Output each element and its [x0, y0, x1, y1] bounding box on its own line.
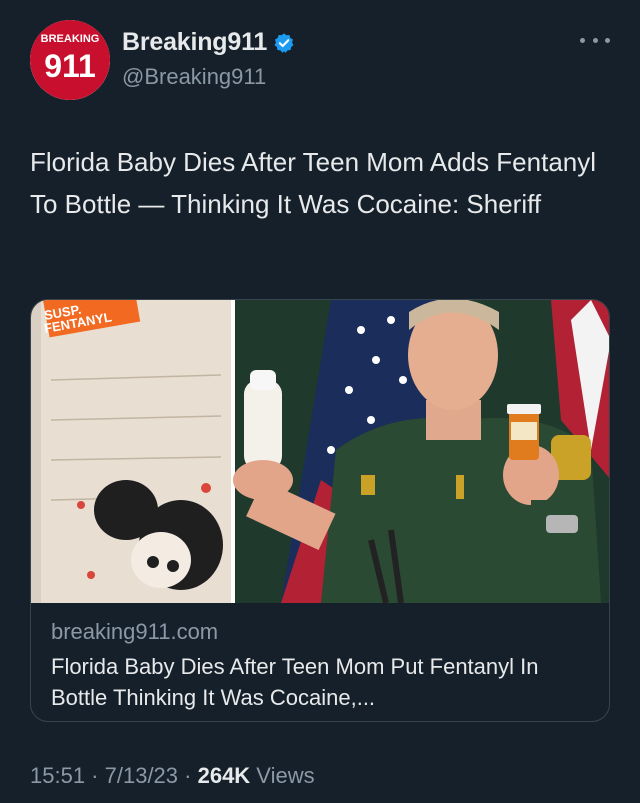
- handle[interactable]: @Breaking911: [122, 64, 266, 90]
- card-footer: breaking911.com Florida Baby Dies After …: [31, 603, 609, 721]
- card-domain: breaking911.com: [51, 619, 219, 644]
- tweet-meta: 15:51 · 7/13/23 · 264K Views: [30, 763, 315, 789]
- logo-number: 911: [44, 48, 96, 84]
- avatar[interactable]: BREAKING 911: [30, 20, 110, 100]
- breaking911-logo-icon: BREAKING 911: [30, 20, 110, 100]
- card-title[interactable]: Florida Baby Dies After Teen Mom Put Fen…: [51, 651, 591, 713]
- meta-separator: ·: [85, 763, 105, 788]
- card-image[interactable]: SUSP. FENTANYL: [31, 300, 609, 603]
- tweet: BREAKING 911 Breaking911 @Breaking911 Fl…: [0, 0, 640, 803]
- views-label[interactable]: Views: [250, 763, 314, 788]
- more-options-icon[interactable]: [580, 30, 610, 50]
- tweet-date[interactable]: 7/13/23: [105, 763, 178, 788]
- evidence-photo: SUSP. FENTANYL: [31, 300, 231, 603]
- tweet-time[interactable]: 15:51: [30, 763, 85, 788]
- display-name[interactable]: Breaking911: [122, 28, 267, 57]
- link-card[interactable]: SUSP. FENTANYL breaking911.com Florida B…: [30, 299, 610, 722]
- tweet-text: Florida Baby Dies After Teen Mom Adds Fe…: [30, 147, 597, 219]
- meta-separator: ·: [178, 763, 198, 788]
- name-row: Breaking911: [122, 28, 295, 57]
- views-count[interactable]: 264K: [198, 763, 251, 788]
- logo-top-text: BREAKING: [41, 33, 100, 45]
- verified-badge-icon[interactable]: [273, 32, 295, 54]
